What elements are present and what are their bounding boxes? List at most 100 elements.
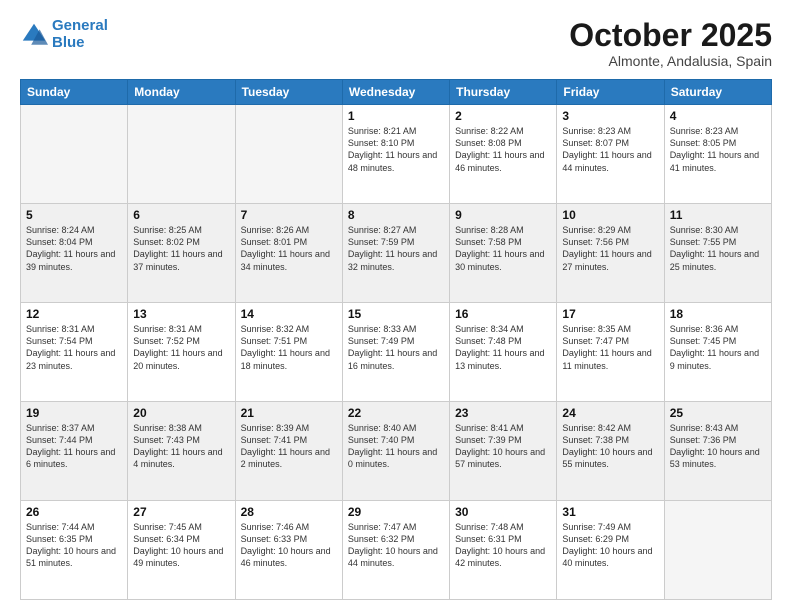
day-number: 22 <box>348 406 444 420</box>
day-cell <box>664 501 771 600</box>
day-number: 27 <box>133 505 229 519</box>
day-cell: 14 Sunrise: 8:32 AM Sunset: 7:51 PM Dayli… <box>235 303 342 402</box>
day-cell: 2 Sunrise: 8:22 AM Sunset: 8:08 PM Daylig… <box>450 105 557 204</box>
day-cell: 16Sunrise: 8:34 AM Sunset: 7:48 PM Dayli… <box>450 303 557 402</box>
day-info: Sunrise: 8:41 AM Sunset: 7:39 PM Dayligh… <box>455 422 551 471</box>
day-number: 14 <box>241 307 337 321</box>
day-cell: 11 Sunrise: 8:30 AM Sunset: 7:55 PM Dayli… <box>664 204 771 303</box>
day-number: 30 <box>455 505 551 519</box>
day-info: Sunrise: 8:33 AM Sunset: 7:49 PM Dayligh… <box>348 323 444 372</box>
day-number: 10 <box>562 208 658 222</box>
day-number: 3 <box>562 109 658 123</box>
day-number: 24 <box>562 406 658 420</box>
day-info: Sunrise: 7:48 AM Sunset: 6:31 PM Dayligh… <box>455 521 551 570</box>
day-info: Sunrise: 8:38 AM Sunset: 7:43 PM Dayligh… <box>133 422 229 471</box>
day-cell: 28Sunrise: 7:46 AM Sunset: 6:33 PM Dayli… <box>235 501 342 600</box>
col-header-thursday: Thursday <box>450 80 557 105</box>
header-row-days: SundayMondayTuesdayWednesdayThursdayFrid… <box>21 80 772 105</box>
day-cell: 26Sunrise: 7:44 AM Sunset: 6:35 PM Dayli… <box>21 501 128 600</box>
col-header-tuesday: Tuesday <box>235 80 342 105</box>
week-row-5: 26Sunrise: 7:44 AM Sunset: 6:35 PM Dayli… <box>21 501 772 600</box>
day-info: Sunrise: 8:29 AM Sunset: 7:56 PM Dayligh… <box>562 224 658 273</box>
day-number: 29 <box>348 505 444 519</box>
title-block: October 2025 Almonte, Andalusia, Spain <box>569 18 772 69</box>
day-number: 23 <box>455 406 551 420</box>
day-info: Sunrise: 7:47 AM Sunset: 6:32 PM Dayligh… <box>348 521 444 570</box>
day-cell: 22 Sunrise: 8:40 AM Sunset: 7:40 PM Dayli… <box>342 402 449 501</box>
day-info: Sunrise: 7:49 AM Sunset: 6:29 PM Dayligh… <box>562 521 658 570</box>
logo-text: General Blue <box>52 18 108 51</box>
logo-icon <box>20 21 48 49</box>
day-number: 7 <box>241 208 337 222</box>
day-cell: 5Sunrise: 8:24 AM Sunset: 8:04 PM Daylig… <box>21 204 128 303</box>
day-info: Sunrise: 8:21 AM Sunset: 8:10 PM Dayligh… <box>348 125 444 174</box>
day-number: 9 <box>455 208 551 222</box>
day-info: Sunrise: 8:28 AM Sunset: 7:58 PM Dayligh… <box>455 224 551 273</box>
day-cell: 9 Sunrise: 8:28 AM Sunset: 7:58 PM Daylig… <box>450 204 557 303</box>
day-info: Sunrise: 8:36 AM Sunset: 7:45 PM Dayligh… <box>670 323 766 372</box>
day-cell: 4Sunrise: 8:23 AM Sunset: 8:05 PM Daylig… <box>664 105 771 204</box>
day-info: Sunrise: 7:45 AM Sunset: 6:34 PM Dayligh… <box>133 521 229 570</box>
day-cell: 21Sunrise: 8:39 AM Sunset: 7:41 PM Dayli… <box>235 402 342 501</box>
day-cell: 29 Sunrise: 7:47 AM Sunset: 6:32 PM Dayli… <box>342 501 449 600</box>
page: General Blue October 2025 Almonte, Andal… <box>0 0 792 612</box>
day-number: 15 <box>348 307 444 321</box>
week-row-3: 12Sunrise: 8:31 AM Sunset: 7:54 PM Dayli… <box>21 303 772 402</box>
day-info: Sunrise: 8:37 AM Sunset: 7:44 PM Dayligh… <box>26 422 122 471</box>
day-info: Sunrise: 8:31 AM Sunset: 7:54 PM Dayligh… <box>26 323 122 372</box>
day-info: Sunrise: 8:27 AM Sunset: 7:59 PM Dayligh… <box>348 224 444 273</box>
day-cell <box>128 105 235 204</box>
day-info: Sunrise: 8:24 AM Sunset: 8:04 PM Dayligh… <box>26 224 122 273</box>
day-number: 1 <box>348 109 444 123</box>
day-cell <box>235 105 342 204</box>
day-cell: 6 Sunrise: 8:25 AM Sunset: 8:02 PM Daylig… <box>128 204 235 303</box>
day-cell: 25Sunrise: 8:43 AM Sunset: 7:36 PM Dayli… <box>664 402 771 501</box>
day-number: 31 <box>562 505 658 519</box>
day-info: Sunrise: 8:40 AM Sunset: 7:40 PM Dayligh… <box>348 422 444 471</box>
calendar-subtitle: Almonte, Andalusia, Spain <box>569 53 772 69</box>
day-info: Sunrise: 8:30 AM Sunset: 7:55 PM Dayligh… <box>670 224 766 273</box>
day-cell: 31 Sunrise: 7:49 AM Sunset: 6:29 PM Dayli… <box>557 501 664 600</box>
day-cell: 8 Sunrise: 8:27 AM Sunset: 7:59 PM Daylig… <box>342 204 449 303</box>
day-cell: 30 Sunrise: 7:48 AM Sunset: 6:31 PM Dayli… <box>450 501 557 600</box>
day-cell: 13Sunrise: 8:31 AM Sunset: 7:52 PM Dayli… <box>128 303 235 402</box>
logo-line2: Blue <box>52 34 85 51</box>
day-number: 19 <box>26 406 122 420</box>
col-header-sunday: Sunday <box>21 80 128 105</box>
day-cell: 7Sunrise: 8:26 AM Sunset: 8:01 PM Daylig… <box>235 204 342 303</box>
day-info: Sunrise: 8:39 AM Sunset: 7:41 PM Dayligh… <box>241 422 337 471</box>
logo: General Blue <box>20 18 108 51</box>
col-header-monday: Monday <box>128 80 235 105</box>
day-cell: 24 Sunrise: 8:42 AM Sunset: 7:38 PM Dayli… <box>557 402 664 501</box>
header-row: General Blue October 2025 Almonte, Andal… <box>20 18 772 69</box>
day-number: 17 <box>562 307 658 321</box>
day-number: 28 <box>241 505 337 519</box>
week-row-4: 19 Sunrise: 8:37 AM Sunset: 7:44 PM Dayli… <box>21 402 772 501</box>
day-number: 26 <box>26 505 122 519</box>
day-info: Sunrise: 8:25 AM Sunset: 8:02 PM Dayligh… <box>133 224 229 273</box>
day-number: 20 <box>133 406 229 420</box>
day-cell: 23 Sunrise: 8:41 AM Sunset: 7:39 PM Dayli… <box>450 402 557 501</box>
day-number: 2 <box>455 109 551 123</box>
day-info: Sunrise: 8:35 AM Sunset: 7:47 PM Dayligh… <box>562 323 658 372</box>
day-cell: 19 Sunrise: 8:37 AM Sunset: 7:44 PM Dayli… <box>21 402 128 501</box>
day-number: 16 <box>455 307 551 321</box>
day-cell: 20 Sunrise: 8:38 AM Sunset: 7:43 PM Dayli… <box>128 402 235 501</box>
day-number: 25 <box>670 406 766 420</box>
day-number: 11 <box>670 208 766 222</box>
day-cell: 15 Sunrise: 8:33 AM Sunset: 7:49 PM Dayli… <box>342 303 449 402</box>
day-info: Sunrise: 8:23 AM Sunset: 8:05 PM Dayligh… <box>670 125 766 174</box>
day-number: 8 <box>348 208 444 222</box>
day-info: Sunrise: 8:22 AM Sunset: 8:08 PM Dayligh… <box>455 125 551 174</box>
col-header-wednesday: Wednesday <box>342 80 449 105</box>
day-info: Sunrise: 8:31 AM Sunset: 7:52 PM Dayligh… <box>133 323 229 372</box>
col-header-saturday: Saturday <box>664 80 771 105</box>
day-number: 6 <box>133 208 229 222</box>
day-cell: 3 Sunrise: 8:23 AM Sunset: 8:07 PM Daylig… <box>557 105 664 204</box>
day-cell: 18 Sunrise: 8:36 AM Sunset: 7:45 PM Dayli… <box>664 303 771 402</box>
day-cell <box>21 105 128 204</box>
day-info: Sunrise: 8:23 AM Sunset: 8:07 PM Dayligh… <box>562 125 658 174</box>
day-number: 18 <box>670 307 766 321</box>
day-info: Sunrise: 8:32 AM Sunset: 7:51 PM Dayligh… <box>241 323 337 372</box>
day-info: Sunrise: 8:42 AM Sunset: 7:38 PM Dayligh… <box>562 422 658 471</box>
